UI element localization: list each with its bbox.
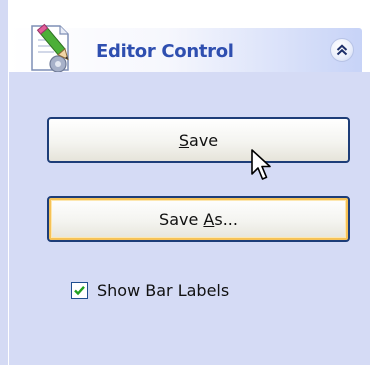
show-bar-labels-checkbox[interactable] — [71, 281, 88, 299]
editor-pencil-icon — [26, 20, 84, 76]
save-button[interactable]: Save — [47, 117, 350, 163]
collapse-button[interactable] — [330, 38, 354, 62]
header-title: Editor Control — [96, 41, 234, 62]
checkmark-icon — [73, 284, 86, 297]
pane-left-border — [0, 0, 8, 365]
chevron-double-up-icon — [331, 39, 353, 61]
show-bar-labels-option[interactable]: Show Bar Labels — [71, 278, 229, 302]
save-button-label: Save — [178, 130, 219, 150]
show-bar-labels-label: Show Bar Labels — [97, 280, 230, 300]
editor-control-body: Save Save As... Show Bar Labels — [8, 72, 370, 365]
save-as-button-label: Save As... — [159, 209, 238, 229]
mouse-pointer-icon — [250, 148, 276, 184]
editor-control-header[interactable]: Editor Control — [8, 20, 370, 80]
save-as-button[interactable]: Save As... — [47, 196, 350, 242]
